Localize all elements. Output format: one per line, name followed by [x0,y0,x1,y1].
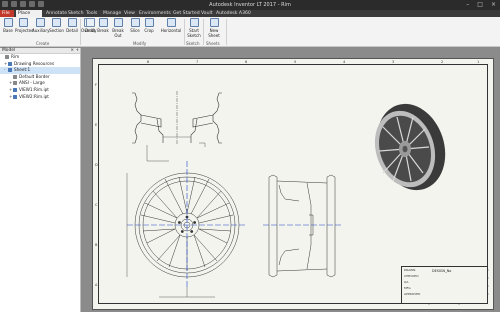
border-icon [13,74,17,79]
projected-view-icon [18,18,28,27]
titleblock-label: MFG [404,286,411,290]
break-out-button[interactable]: Break Out [109,18,127,38]
zone-label: B [95,243,98,247]
tree-item-rim[interactable]: Rim [0,54,80,61]
zone-label: C [95,203,98,207]
group-label-sheets: Sheets [206,41,220,46]
window-controls: – □ × [466,1,496,8]
model-browser: Model × + Rim + Drawing Resources - Sheet:… [0,48,81,312]
titleblock-label: APPROVED [404,292,421,296]
ribbon-tab-bar: File Place Views Annotate Sketch Tools M… [0,10,500,23]
new-sheet-button[interactable]: New Sheet [204,18,224,38]
tab-environments[interactable]: Environments [137,10,173,17]
front-view-wheel [126,161,247,298]
tree-item-view1[interactable]: + VIEW1:Rim.ipt [0,87,80,94]
tab-view[interactable]: View [122,10,137,17]
tab-vault[interactable]: Vault [199,10,215,17]
maximize-icon[interactable]: □ [477,1,483,8]
sheet-border: 8 7 6 5 4 3 2 1 F E D C B A DESIGN_No DR… [95,60,489,305]
zone-label: E [95,123,98,127]
zone-label: 3 [392,60,395,64]
titleblock-label: QA [404,280,409,284]
group-label-modify: Modify [133,41,147,46]
iso-view-wheel [374,103,446,191]
zone-label: 5 [294,60,297,64]
spokes [140,176,234,271]
new-sheet-icon [209,18,219,27]
draft-view-icon [85,18,95,27]
tree-item-default-border[interactable]: Default Border [0,74,80,81]
title-bar: Autodesk Inventor LT 2017 - Rim – □ × [0,0,500,10]
base-view-icon [3,18,13,27]
start-sketch-icon [189,18,199,27]
tree-item-ansi-large[interactable]: + ANSI - Large [0,80,80,87]
title-block: DESIGN_No DRAWN CHECKED QA MFG APPROVED [401,266,487,303]
break-button[interactable]: Break [96,18,110,33]
ribbon-panel: Base Projected Auxiliary Section Detail … [0,17,500,47]
titleblock-label: DRAWN [404,268,416,272]
window-title: Autodesk Inventor LT 2017 - Rim [209,2,291,8]
zone-label: 7 [196,60,199,64]
titleblock-label: CHECKED [404,274,419,278]
tab-get-started[interactable]: Get Started [171,10,202,17]
zone-label: 4 [343,60,346,64]
minimize-icon[interactable]: – [466,1,469,8]
zone-label: A [95,283,98,287]
zone-label: 6 [245,60,248,64]
group-label-sketch: Sketch [186,41,200,46]
crop-icon [144,18,154,27]
section-view-icon [52,18,61,27]
slice-button[interactable]: Slice [128,18,142,33]
detail-view-icon [67,18,77,27]
base-view-button[interactable]: Base [1,18,15,33]
detail-view-button[interactable]: Detail [65,18,79,33]
tree-item-drawing-resources[interactable]: + Drawing Resources [0,61,80,68]
tab-autodesk-a360[interactable]: Autodesk A360 [214,10,253,17]
sheet-icon [8,68,12,73]
view-icon [13,87,17,92]
tab-manage[interactable]: Manage [101,10,123,17]
tree-item-view2[interactable]: + VIEW2:Rim.ipt [0,94,80,101]
group-label-create: Create [36,41,50,46]
view-icon [13,94,17,99]
folder-icon [8,61,12,66]
zone-label: D [95,163,98,167]
break-icon [98,18,108,27]
horizontal-button[interactable]: Horizontal [160,18,182,33]
drawing-icon [5,55,9,59]
tab-sketch[interactable]: Sketch [66,10,85,17]
tab-place-views[interactable]: Place Views [16,10,42,23]
ribbon-separator [184,19,185,45]
auxiliary-view-icon [35,18,45,27]
tab-file[interactable]: File [0,10,14,17]
side-view-wheel [263,174,343,278]
tab-tools[interactable]: Tools [84,10,99,17]
horizontal-icon [166,18,176,27]
projected-view-button[interactable]: Projected [15,18,34,33]
crop-button[interactable]: Crop [142,18,156,33]
close-icon[interactable]: × [491,1,496,8]
section-view-profile [132,91,222,162]
title-block-icon [13,81,17,86]
browser-title: Model [2,48,16,53]
zone-label: F [95,83,98,87]
drawing-sheet: 8 7 6 5 4 3 2 1 F E D C B A DESIGN_No DR… [92,58,494,310]
start-sketch-button[interactable]: Start Sketch [186,18,202,38]
break-out-icon [113,18,123,27]
ribbon-separator [226,19,227,45]
zone-label: 8 [147,60,150,64]
drawing-canvas[interactable]: 8 7 6 5 4 3 2 1 F E D C B A DESIGN_No DR… [82,48,500,312]
zone-label: 2 [441,60,444,64]
drawing-name: DESIGN_No [432,269,452,273]
section-view-button[interactable]: Section [49,18,64,33]
auxiliary-view-button[interactable]: Auxiliary [32,18,49,33]
slice-icon [130,18,140,27]
tree-item-sheet[interactable]: - Sheet:1 [0,67,80,74]
zone-label: 1 [477,60,480,64]
draft-view-button[interactable]: Draft [83,18,97,33]
